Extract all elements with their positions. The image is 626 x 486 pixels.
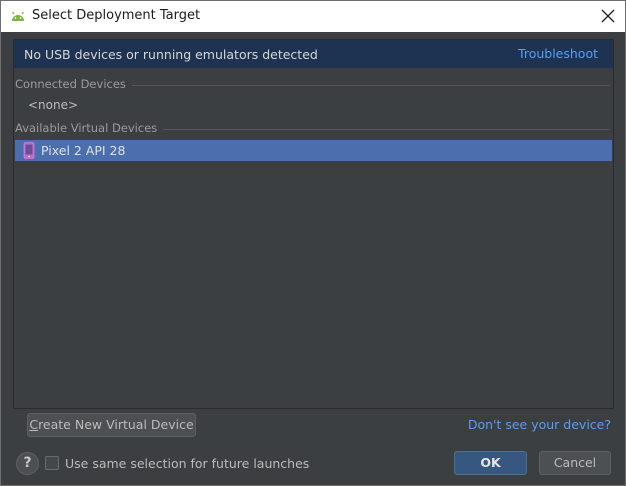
dialog-content: No USB devices or running emulators dete… <box>1 32 625 485</box>
title-bar: Select Deployment Target <box>1 1 625 32</box>
device-list-panel: No USB devices or running emulators dete… <box>13 39 614 409</box>
troubleshoot-link[interactable]: Troubleshoot <box>518 46 598 61</box>
dont-see-device-link[interactable]: Don't see your device? <box>468 417 611 432</box>
dialog-window: Select Deployment Target No USB devices … <box>0 0 626 486</box>
connected-devices-header: Connected Devices <box>14 77 613 93</box>
connected-devices-empty: <none> <box>28 98 79 112</box>
create-virtual-device-button[interactable]: Create New Virtual Device <box>27 413 196 437</box>
android-icon <box>12 11 24 21</box>
cancel-button[interactable]: Cancel <box>539 451 611 475</box>
device-name: Pixel 2 API 28 <box>41 143 126 158</box>
same-selection-checkbox[interactable] <box>45 456 59 470</box>
phone-icon <box>23 142 35 159</box>
create-mnemonic: C <box>29 417 39 432</box>
available-devices-header: Available Virtual Devices <box>14 121 613 137</box>
banner-message: No USB devices or running emulators dete… <box>24 47 318 62</box>
help-icon[interactable]: ? <box>16 452 39 475</box>
same-selection-label[interactable]: Use same selection for future launches <box>65 456 309 471</box>
available-devices-label: Available Virtual Devices <box>15 121 164 135</box>
create-label-rest: reate New Virtual Device <box>38 417 194 432</box>
status-banner: No USB devices or running emulators dete… <box>14 40 613 68</box>
dialog-title: Select Deployment Target <box>32 8 201 23</box>
connected-devices-label: Connected Devices <box>15 77 132 91</box>
ok-button[interactable]: OK <box>454 451 527 475</box>
device-row-pixel-2-api-28[interactable]: Pixel 2 API 28 <box>15 140 612 161</box>
close-icon[interactable] <box>599 7 617 25</box>
